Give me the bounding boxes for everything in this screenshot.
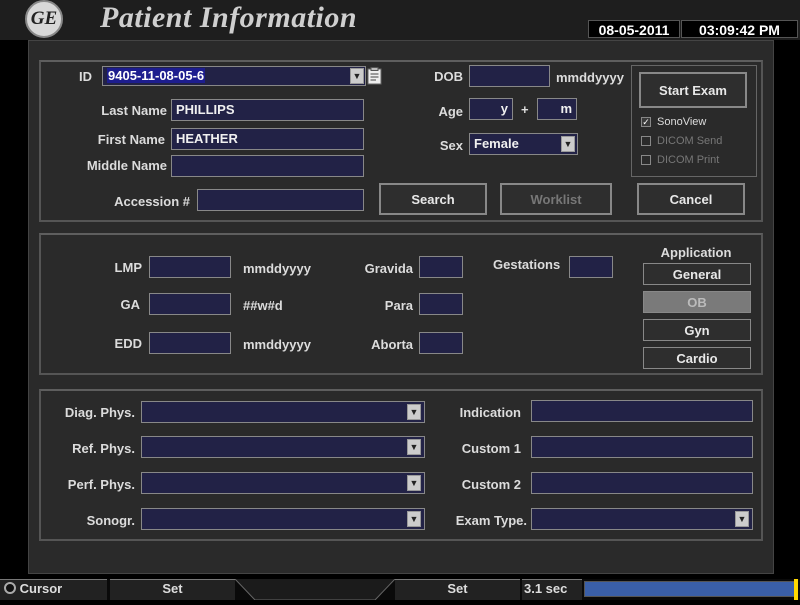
dicom-print-checkbox — [641, 155, 651, 165]
dob-field[interactable] — [469, 65, 550, 87]
gravida-field[interactable] — [419, 256, 463, 278]
lmp-label: LMP — [114, 260, 142, 275]
progress-fill — [585, 582, 795, 596]
sonogr-label: Sonogr. — [86, 513, 135, 528]
exam-type-select[interactable] — [531, 508, 753, 530]
search-button[interactable]: Search — [379, 183, 487, 215]
accession-field[interactable] — [197, 189, 364, 211]
gestations-label: Gestations — [493, 257, 561, 272]
ga-field[interactable] — [149, 293, 231, 315]
edd-label: EDD — [114, 336, 142, 351]
para-label: Para — [384, 298, 413, 313]
ga-label: GA — [120, 297, 141, 312]
ref-phys-select[interactable] — [141, 436, 425, 458]
sonogr-select[interactable] — [141, 508, 425, 530]
custom2-label: Custom 2 — [461, 477, 521, 492]
indication-field[interactable] — [531, 400, 753, 422]
id-dropdown-arrow[interactable]: ▼ — [350, 68, 364, 84]
ge-logo: GE — [25, 0, 63, 38]
perf-phys-dropdown-arrow[interactable]: ▼ — [407, 475, 421, 491]
progress-bar — [584, 581, 796, 597]
first-name-label: First Name — [97, 132, 165, 147]
date-display: 08-05-2011 — [588, 20, 680, 38]
exam-type-label: Exam Type. — [455, 513, 527, 528]
set-left-button[interactable]: Set — [110, 579, 235, 600]
gestations-field[interactable] — [569, 256, 613, 278]
diag-phys-label: Diag. Phys. — [64, 405, 135, 420]
sonogr-dropdown-arrow[interactable]: ▼ — [407, 511, 421, 527]
age-years-unit: y — [500, 101, 508, 116]
exam-type-dropdown-arrow[interactable]: ▼ — [735, 511, 749, 527]
page-title: Patient Information — [100, 1, 358, 34]
last-name-field[interactable]: PHILLIPS — [171, 99, 364, 121]
id-field[interactable]: 9405-11-08-05-6 — [102, 66, 366, 86]
start-exam-button[interactable]: Start Exam — [639, 72, 747, 108]
custom2-field[interactable] — [531, 472, 753, 494]
diag-phys-select[interactable] — [141, 401, 425, 423]
first-name-field[interactable]: HEATHER — [171, 128, 364, 150]
aborta-label: Aborta — [371, 337, 413, 352]
sex-label: Sex — [439, 138, 463, 153]
set-right-button[interactable]: Set — [395, 579, 520, 600]
edd-format-hint: mmddyyyy — [243, 337, 311, 352]
footer-gap — [234, 578, 396, 601]
cursor-label: Cursor — [19, 581, 63, 596]
sonoview-label: SonoView — [657, 116, 707, 128]
app-gyn-button[interactable]: Gyn — [643, 319, 751, 341]
application-label: Application — [660, 245, 732, 260]
perf-phys-label: Perf. Phys. — [67, 477, 135, 492]
dob-label: DOB — [434, 69, 463, 84]
perf-phys-select[interactable] — [141, 472, 425, 494]
para-field[interactable] — [419, 293, 463, 315]
ref-phys-dropdown-arrow[interactable]: ▼ — [407, 439, 421, 455]
clipboard-icon[interactable] — [367, 67, 383, 85]
middle-name-field[interactable] — [171, 155, 364, 177]
age-years-field[interactable]: y — [469, 98, 513, 120]
dob-format-hint: mmddyyyy — [556, 70, 624, 85]
lmp-format-hint: mmddyyyy — [243, 261, 311, 276]
cursor-tab[interactable]: Cursor — [0, 579, 107, 600]
last-name-label: Last Name — [101, 103, 167, 118]
dicom-print-label: DICOM Print — [657, 154, 720, 166]
age-plus-sign: + — [521, 102, 529, 117]
trackball-icon — [4, 582, 16, 594]
aborta-field[interactable] — [419, 332, 463, 354]
worklist-button: Worklist — [500, 183, 612, 215]
sex-dropdown-arrow[interactable]: ▼ — [561, 136, 575, 152]
time-value: 3.1 sec — [522, 579, 582, 600]
age-months-unit: m — [560, 101, 572, 116]
accession-label: Accession # — [114, 194, 190, 209]
app-general-button[interactable]: General — [643, 263, 751, 285]
cancel-button[interactable]: Cancel — [637, 183, 745, 215]
sonoview-checkbox[interactable]: ✓ — [641, 117, 651, 127]
lmp-field[interactable] — [149, 256, 231, 278]
gravida-label: Gravida — [364, 261, 413, 276]
diag-phys-dropdown-arrow[interactable]: ▼ — [407, 404, 421, 420]
custom1-field[interactable] — [531, 436, 753, 458]
app-ob-button[interactable]: OB — [643, 291, 751, 313]
status-indicator — [794, 579, 798, 600]
edd-field[interactable] — [149, 332, 231, 354]
time-display: 03:09:42 PM — [681, 20, 798, 38]
app-cardio-button[interactable]: Cardio — [643, 347, 751, 369]
ga-format-hint: ##w#d — [243, 298, 283, 313]
middle-name-label: Middle Name — [86, 158, 167, 173]
custom1-label: Custom 1 — [461, 441, 521, 456]
ref-phys-label: Ref. Phys. — [72, 441, 135, 456]
dicom-send-checkbox — [641, 136, 651, 146]
age-months-field[interactable]: m — [537, 98, 577, 120]
id-value: 9405-11-08-05-6 — [107, 68, 206, 83]
id-label: ID — [79, 69, 92, 84]
indication-label: Indication — [459, 405, 521, 420]
age-label: Age — [438, 104, 463, 119]
dicom-send-label: DICOM Send — [657, 135, 723, 147]
